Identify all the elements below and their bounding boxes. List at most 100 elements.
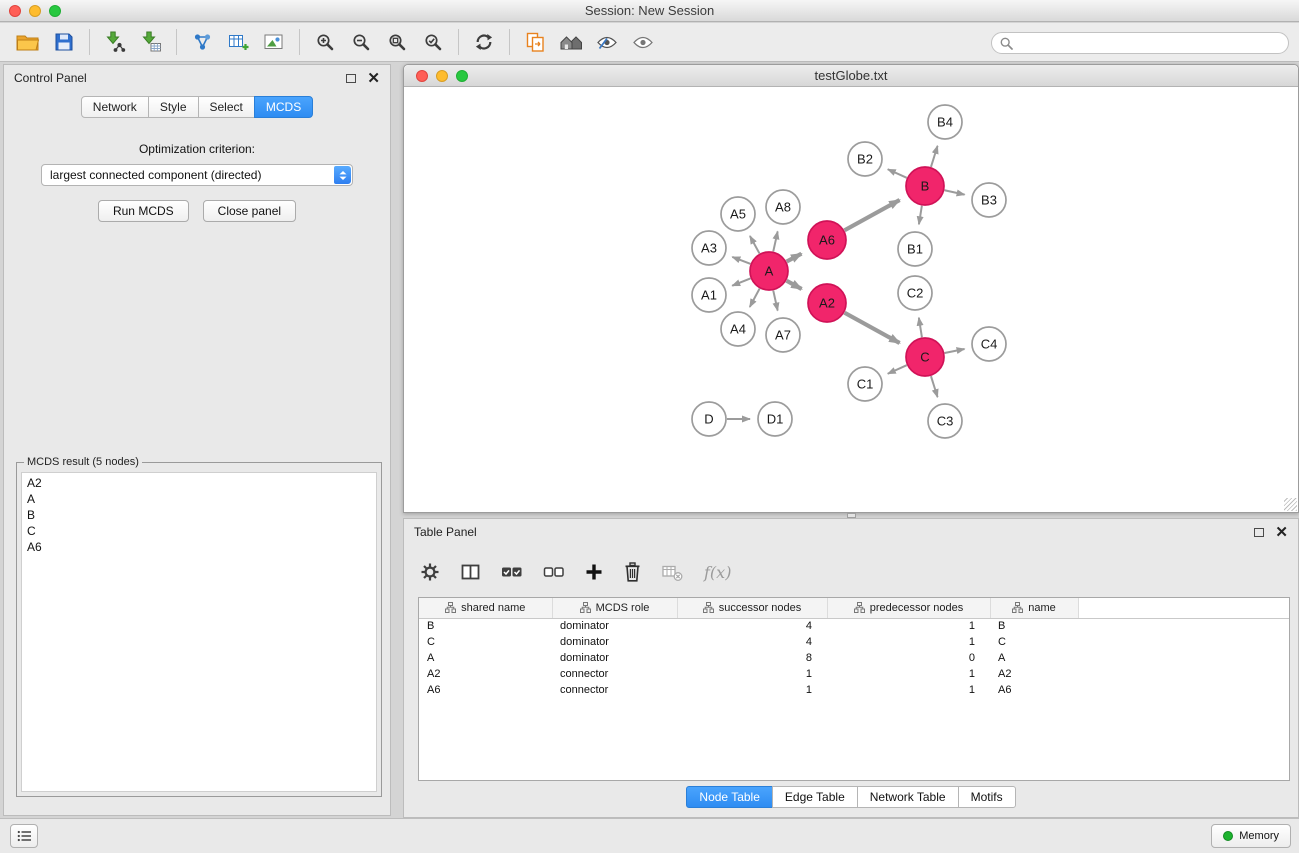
tab-select[interactable]: Select (198, 96, 255, 118)
graph-edge[interactable] (945, 190, 965, 194)
status-bar: Memory (0, 818, 1299, 853)
zoom-in-button[interactable] (307, 27, 343, 57)
run-mcds-button[interactable]: Run MCDS (98, 200, 189, 222)
close-panel-icon[interactable]: ✕ (1275, 525, 1288, 540)
add-icon[interactable] (585, 563, 603, 581)
tab-style[interactable]: Style (148, 96, 199, 118)
column-header-successor-nodes[interactable]: successor nodes (677, 598, 827, 618)
graph-edge[interactable] (732, 257, 750, 264)
close-window-button[interactable] (9, 5, 21, 17)
criterion-dropdown[interactable]: largest connected component (directed) (41, 164, 353, 186)
function-builder-icon[interactable]: f(x) (704, 563, 731, 582)
zoom-selected-button[interactable] (415, 27, 451, 57)
result-item[interactable]: C (27, 523, 371, 539)
mcds-result-list[interactable]: A2 A B C A6 (21, 472, 377, 792)
graph-node-label: D (704, 412, 713, 427)
overview-button[interactable] (553, 27, 589, 57)
tab-network[interactable]: Network (81, 96, 149, 118)
graph-svg[interactable]: B4B2BB3A5A8A6A3B1AC2A1A2A4A7C4CC1C3DD1 (404, 88, 1298, 512)
control-panel-title: Control Panel (14, 71, 87, 85)
trash-icon[interactable] (624, 562, 641, 582)
result-item[interactable]: B (27, 507, 371, 523)
graph-edge[interactable] (787, 254, 802, 262)
zoom-out-button[interactable] (343, 27, 379, 57)
graph-edge[interactable] (750, 236, 760, 253)
column-header-shared-name[interactable]: shared name (419, 598, 552, 618)
column-header-name[interactable]: name (990, 598, 1078, 618)
save-session-button[interactable] (46, 27, 82, 57)
graph-edge[interactable] (931, 146, 938, 167)
tab-mcds[interactable]: MCDS (254, 96, 313, 118)
tab-network-table[interactable]: Network Table (857, 786, 959, 808)
import-network-button[interactable] (97, 27, 133, 57)
graph-edge[interactable] (773, 291, 777, 311)
network-canvas[interactable]: B4B2BB3A5A8A6A3B1AC2A1A2A4A7C4CC1C3DD1 (404, 88, 1298, 512)
table-panel-title: Table Panel (414, 525, 477, 539)
graph-edge[interactable] (845, 200, 900, 230)
select-all-icon[interactable] (501, 565, 522, 579)
dropdown-stepper-icon (334, 166, 351, 184)
table-row[interactable]: Cdominator 41 C (419, 634, 1289, 650)
table-row[interactable]: Bdominator 41 B (419, 618, 1289, 634)
toolbar-separator (509, 29, 510, 55)
tab-node-table[interactable]: Node Table (686, 786, 773, 808)
zoom-network-button[interactable] (456, 70, 468, 82)
search-field[interactable] (991, 32, 1289, 54)
memory-button[interactable]: Memory (1211, 824, 1291, 848)
resize-grip[interactable] (1284, 498, 1297, 511)
float-panel-icon[interactable] (346, 74, 356, 83)
result-item[interactable]: A6 (27, 539, 371, 555)
show-table-panel-button[interactable] (10, 824, 38, 848)
hide-details-button[interactable] (625, 27, 661, 57)
open-session-button[interactable] (10, 27, 46, 57)
export-image-button[interactable] (256, 27, 292, 57)
graph-edge[interactable] (945, 349, 965, 353)
zoom-window-button[interactable] (49, 5, 61, 17)
graph-node-label: D1 (767, 412, 784, 427)
graph-edge[interactable] (919, 318, 922, 338)
graph-node-label: A2 (819, 296, 835, 311)
graphics-details-button[interactable] (589, 27, 625, 57)
graph-edge[interactable] (888, 169, 907, 178)
graph-node-label: C2 (907, 286, 924, 301)
apply-layout-button[interactable] (466, 27, 502, 57)
unselect-all-icon[interactable] (543, 565, 564, 579)
duplicate-network-button[interactable] (517, 27, 553, 57)
node-table[interactable]: shared name MCDS role successor nodes pr… (418, 597, 1290, 781)
tab-edge-table[interactable]: Edge Table (772, 786, 858, 808)
table-row[interactable]: Adominator 80 A (419, 650, 1289, 666)
close-panel-icon[interactable]: ✕ (367, 71, 380, 86)
result-item[interactable]: A (27, 491, 371, 507)
result-item[interactable]: A2 (27, 475, 371, 491)
delete-table-icon[interactable] (662, 564, 683, 581)
minimize-window-button[interactable] (29, 5, 41, 17)
column-header-predecessor-nodes[interactable]: predecessor nodes (827, 598, 990, 618)
search-input[interactable] (1018, 36, 1280, 50)
graph-edge[interactable] (773, 231, 777, 251)
split-columns-icon[interactable] (461, 563, 480, 581)
gear-icon[interactable] (420, 562, 440, 582)
column-header-mcds-role[interactable]: MCDS role (552, 598, 677, 618)
float-panel-icon[interactable] (1254, 528, 1264, 537)
graph-edge[interactable] (888, 365, 907, 374)
graph-edge[interactable] (750, 289, 760, 307)
column-filler (1078, 598, 1289, 618)
network-window-titlebar[interactable]: testGlobe.txt (404, 65, 1298, 87)
new-network-button[interactable] (184, 27, 220, 57)
graph-edge[interactable] (845, 313, 900, 343)
close-panel-button[interactable]: Close panel (203, 200, 296, 222)
graph-edge[interactable] (732, 278, 750, 285)
new-table-button[interactable] (220, 27, 256, 57)
close-network-button[interactable] (416, 70, 428, 82)
import-table-button[interactable] (133, 27, 169, 57)
graph-node-label: B (921, 179, 930, 194)
minimize-network-button[interactable] (436, 70, 448, 82)
zoom-fit-button[interactable] (379, 27, 415, 57)
control-panel: Control Panel ✕ Network Style Select MCD… (3, 64, 391, 816)
graph-edge[interactable] (787, 281, 802, 289)
tab-motifs[interactable]: Motifs (958, 786, 1016, 808)
table-row[interactable]: A6connector 11 A6 (419, 682, 1289, 698)
table-row[interactable]: A2connector 11 A2 (419, 666, 1289, 682)
graph-edge[interactable] (919, 206, 922, 225)
graph-edge[interactable] (931, 376, 938, 397)
